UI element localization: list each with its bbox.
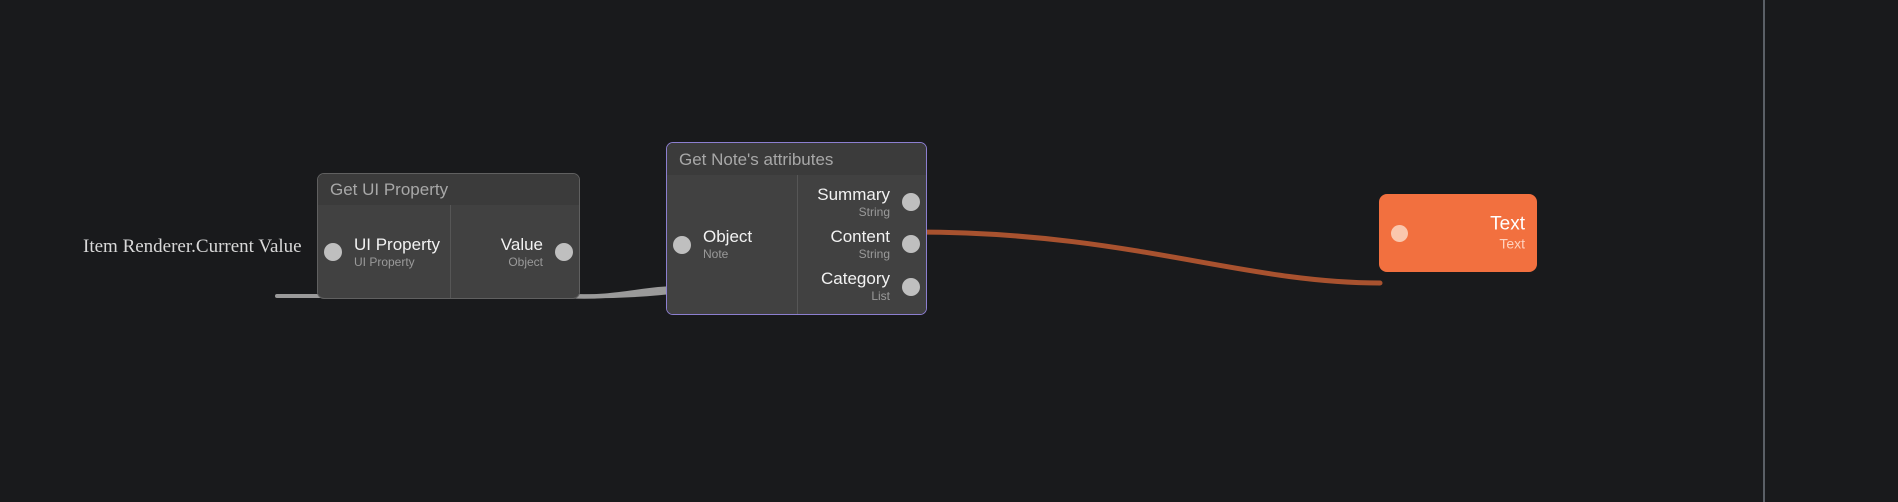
- port-name-value-output: Value: [500, 234, 543, 254]
- port-type-text-output: Text: [1499, 235, 1525, 252]
- port-row-ui-property-input[interactable]: UI Property UI Property: [318, 235, 450, 270]
- port-row-value-output[interactable]: Value Object: [451, 235, 580, 270]
- port-dot-content-output[interactable]: [902, 235, 920, 254]
- source-label: Item Renderer.Current Value: [83, 236, 302, 257]
- vertical-guide-line: [1763, 0, 1765, 502]
- port-text-content-output: Content String: [830, 227, 890, 262]
- port-type-summary-output: String: [858, 204, 890, 219]
- node-get-note-attributes-inputs: Object Note: [667, 175, 798, 314]
- port-text-value-output: Value Object: [501, 235, 543, 270]
- port-row-content-output[interactable]: Content String: [798, 227, 926, 262]
- port-text-ui-property-input: UI Property UI Property: [354, 235, 440, 270]
- port-dot-value-output[interactable]: [555, 243, 573, 261]
- node-get-note-attributes-outputs: Summary String Content String Category L…: [798, 175, 926, 314]
- port-name-object-input: Object: [703, 227, 753, 246]
- port-text-category-output: Category List: [821, 269, 890, 304]
- port-type-value-output: Object: [508, 254, 543, 269]
- port-type-object-input: Note: [703, 247, 729, 261]
- node-graph-canvas[interactable]: Item Renderer.Current Value Get UI Prope…: [0, 0, 1898, 502]
- port-dot-category-output[interactable]: [902, 277, 920, 296]
- port-name-category-output: Category: [821, 269, 890, 289]
- node-get-note-attributes-body: Object Note Summary String Content Strin…: [667, 175, 926, 314]
- port-text-object-input: Object Note: [703, 227, 752, 262]
- node-get-ui-property-body: UI Property UI Property Value Object: [318, 205, 580, 298]
- port-name-ui-property-input: UI Property: [354, 234, 440, 254]
- node-get-ui-property-inputs: UI Property UI Property: [318, 205, 451, 298]
- port-type-ui-property-input: UI Property: [354, 254, 415, 269]
- port-dot-ui-property-input[interactable]: [324, 243, 342, 261]
- port-type-content-output: String: [858, 246, 890, 261]
- node-text[interactable]: Text Text: [1379, 194, 1537, 272]
- port-row-category-output[interactable]: Category List: [798, 269, 926, 304]
- port-row-summary-output[interactable]: Summary String: [798, 185, 926, 220]
- node-get-ui-property[interactable]: Get UI Property UI Property UI Property …: [317, 173, 580, 299]
- node-get-ui-property-title: Get UI Property: [318, 174, 579, 205]
- port-text-summary-output: Summary String: [817, 185, 890, 220]
- node-get-note-attributes[interactable]: Get Note's attributes Object Note Summar…: [666, 142, 927, 315]
- node-text-body: Text Text: [1379, 194, 1537, 272]
- node-get-note-attributes-title: Get Note's attributes: [667, 143, 926, 175]
- port-dot-object-input[interactable]: [673, 235, 691, 254]
- port-dot-summary-output[interactable]: [902, 193, 920, 212]
- port-name-summary-output: Summary: [817, 184, 890, 204]
- port-name-text-output: Text: [1490, 213, 1525, 235]
- port-dot-text-input[interactable]: [1391, 224, 1408, 242]
- port-type-category-output: List: [871, 289, 890, 304]
- node-get-ui-property-outputs: Value Object: [451, 205, 580, 298]
- port-name-content-output: Content: [830, 226, 890, 246]
- wire-summary-to-text: [912, 229, 1383, 286]
- port-row-object-input[interactable]: Object Note: [667, 227, 797, 262]
- port-text-text-output: Text Text: [1490, 214, 1525, 253]
